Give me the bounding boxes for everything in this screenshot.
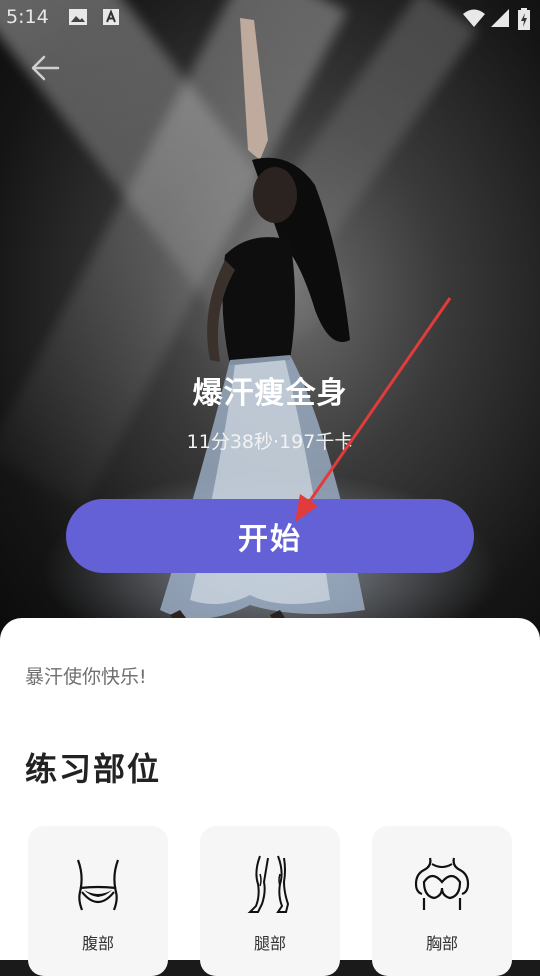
status-bar: 5:14 <box>0 0 540 36</box>
section-title: 练习部位 <box>25 750 162 788</box>
start-button[interactable]: 开始 <box>66 499 474 573</box>
body-part-card-chest[interactable]: 胸部 <box>372 826 512 976</box>
wifi-icon <box>463 9 485 27</box>
font-notification-icon <box>103 9 119 25</box>
body-part-label: 胸部 <box>425 934 458 953</box>
body-part-label: 腿部 <box>253 934 286 953</box>
body-part-label: 腹部 <box>81 934 114 953</box>
status-time: 5:14 <box>6 6 49 28</box>
workout-title: 爆汗瘦全身 <box>192 376 348 411</box>
body-part-card-abdomen[interactable]: 腹部 <box>28 826 168 976</box>
cell-signal-icon <box>491 9 509 27</box>
back-arrow-icon[interactable] <box>26 48 66 88</box>
battery-icon <box>518 8 530 30</box>
workout-duration-calories: 11分38秒·197千卡 <box>186 431 354 453</box>
legs-icon <box>247 855 290 913</box>
chest-icon <box>414 857 470 910</box>
image-notification-icon <box>69 9 87 25</box>
slogan-text: 暴汗使你快乐! <box>25 666 147 688</box>
body-part-card-legs[interactable]: 腿部 <box>200 826 340 976</box>
abdomen-icon <box>76 859 120 911</box>
bottom-sheet: 暴汗使你快乐! 练习部位 腹部 腿部 胸部 <box>0 618 540 976</box>
